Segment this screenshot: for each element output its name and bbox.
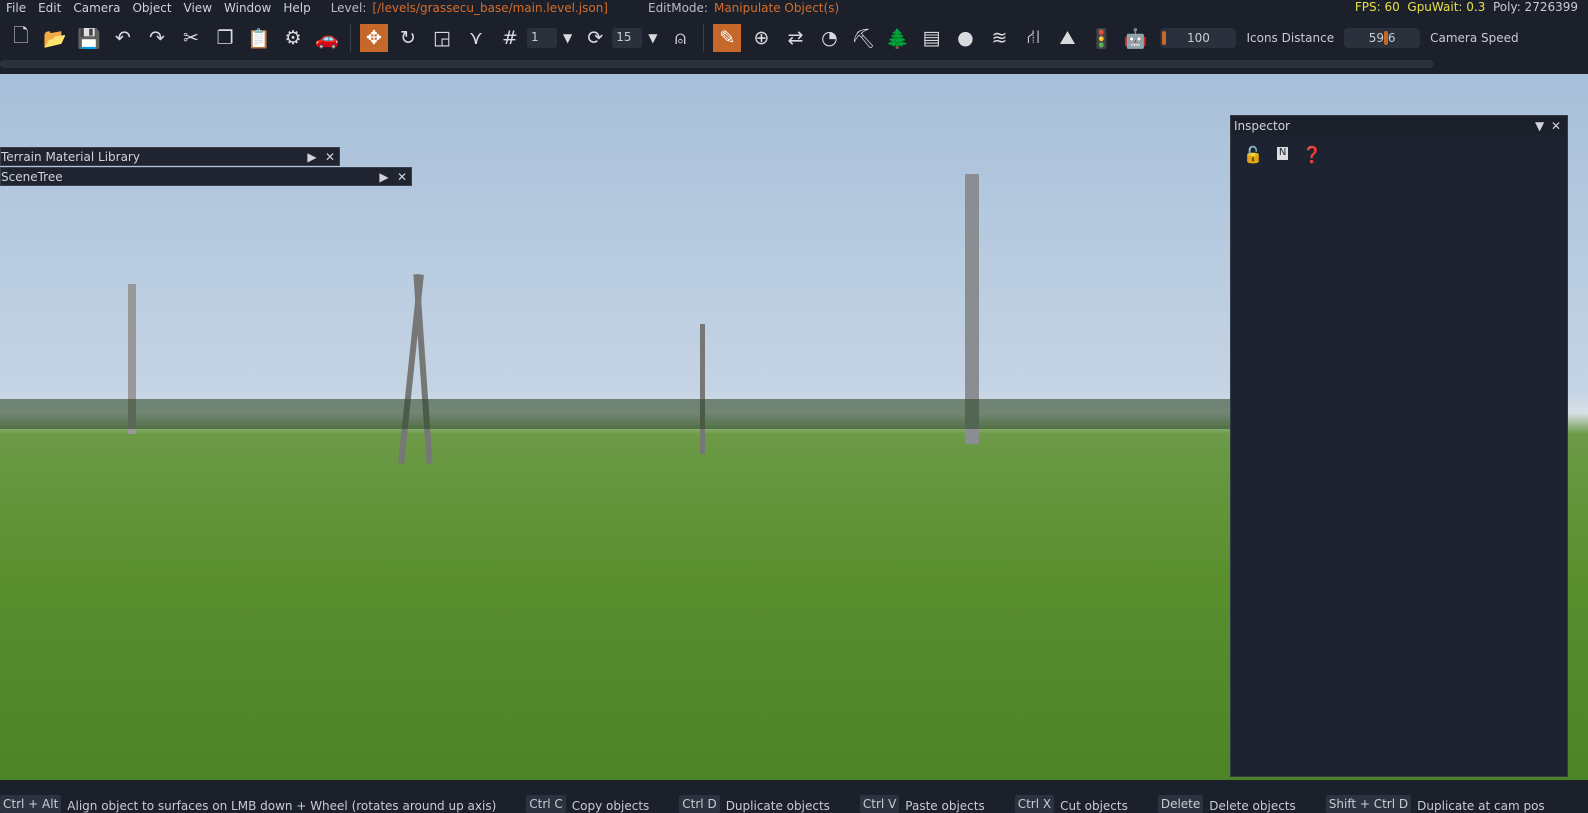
shortcut-desc: Delete objects bbox=[1209, 799, 1296, 813]
edit-pencil-icon[interactable]: ✎ bbox=[713, 24, 742, 52]
collapse-icon[interactable]: ▼ bbox=[1535, 119, 1551, 133]
chevron-down-icon[interactable]: ▼ bbox=[648, 31, 657, 45]
editmode-value: Manipulate Object(s) bbox=[713, 1, 840, 15]
rotate-tool-icon[interactable]: ↻ bbox=[391, 21, 425, 55]
icons-distance-value: 59.6 bbox=[1368, 31, 1396, 45]
chevron-down-icon[interactable]: ▼ bbox=[563, 31, 572, 45]
menu-window[interactable]: Window bbox=[218, 1, 277, 15]
value-slider[interactable]: 100 bbox=[1160, 28, 1237, 48]
editmode-label: EditMode: bbox=[647, 1, 708, 15]
add-object-icon[interactable]: ⊕ bbox=[744, 21, 778, 55]
shortcut-desc: Duplicate objects bbox=[725, 799, 830, 813]
scale-tool-icon[interactable]: ◲ bbox=[425, 21, 459, 55]
shortcut-key: Delete bbox=[1157, 795, 1204, 813]
paint-roller-icon[interactable]: ⛏ bbox=[846, 21, 880, 55]
inspector-title: Inspector bbox=[1234, 118, 1290, 133]
open-folder-icon[interactable]: 📂 bbox=[38, 21, 72, 55]
forest-icon[interactable]: 🌲 bbox=[880, 21, 914, 55]
undo-icon[interactable]: ↶ bbox=[106, 21, 140, 55]
shortcut-desc: Copy objects bbox=[571, 799, 650, 813]
toolbar-scrollbar[interactable] bbox=[0, 60, 1434, 68]
close-icon[interactable]: ✕ bbox=[1551, 119, 1567, 133]
inspector-panel: Inspector ▼ ✕ 🔓 N ❓ bbox=[1230, 115, 1568, 777]
close-icon[interactable]: ✕ bbox=[393, 170, 411, 184]
value-slider-text: 100 bbox=[1187, 31, 1210, 45]
divider bbox=[703, 24, 705, 52]
paste-icon[interactable]: 📋 bbox=[242, 21, 276, 55]
level-label: Level: bbox=[330, 1, 367, 15]
close-icon[interactable]: ✕ bbox=[321, 150, 339, 164]
expand-icon[interactable]: ▶ bbox=[303, 150, 321, 164]
icons-distance-label: Icons Distance bbox=[1246, 31, 1335, 45]
path-icon[interactable]: ⇄ bbox=[778, 21, 812, 55]
shortcut-desc: Align object to surfaces on LMB down + W… bbox=[67, 799, 497, 813]
gpuwait: GpuWait: 0.3 bbox=[1407, 0, 1486, 14]
copy-icon[interactable]: ❐ bbox=[208, 21, 242, 55]
unlock-icon[interactable]: 🔓 bbox=[1243, 145, 1263, 164]
menu-help[interactable]: Help bbox=[277, 1, 316, 15]
rotation-snap-icon[interactable]: ⟳ bbox=[578, 21, 612, 55]
snap-value-input[interactable]: 1 bbox=[527, 28, 557, 48]
window-title: SceneTree bbox=[1, 169, 63, 184]
toolbar: 🗋 📂 💾 ↶ ↷ ✂ ❐ 📋 ⚙ 🚗 ✥ ↻ ◲ ⋎ # 1 ▼ ⟳ 15 ▼… bbox=[0, 18, 1588, 58]
menu-view[interactable]: View bbox=[178, 1, 218, 15]
camera-speed-label: Camera Speed bbox=[1430, 31, 1519, 45]
shortcut-key: Ctrl X bbox=[1014, 795, 1055, 813]
shortcut-key: Shift + Ctrl D bbox=[1325, 795, 1412, 813]
shortcut-key: Ctrl V bbox=[859, 795, 900, 813]
new-icon[interactable]: N bbox=[1276, 147, 1289, 160]
traffic-icon[interactable]: 🚦 bbox=[1084, 21, 1118, 55]
terrain-tools-icon[interactable]: ⛰ bbox=[1050, 21, 1084, 55]
grid-snap-icon[interactable]: # bbox=[493, 21, 527, 55]
menu-edit[interactable]: Edit bbox=[32, 1, 67, 15]
save-icon[interactable]: 💾 bbox=[72, 21, 106, 55]
menu-object[interactable]: Object bbox=[126, 1, 177, 15]
shortcut-desc: Paste objects bbox=[905, 799, 985, 813]
tree-line bbox=[0, 399, 1230, 429]
shortcut-desc: Duplicate at cam pos bbox=[1417, 799, 1545, 813]
shortcut-key: Ctrl D bbox=[679, 795, 720, 813]
divider bbox=[350, 24, 351, 52]
power-pole bbox=[413, 274, 433, 464]
stats: FPS: 60 GpuWait: 0.3 Poly: 2726399 bbox=[1355, 0, 1578, 14]
power-pole bbox=[700, 324, 705, 454]
menu-bar: File Edit Camera Object View Window Help… bbox=[0, 0, 1588, 16]
river-icon[interactable]: ≋ bbox=[982, 21, 1016, 55]
menu-camera[interactable]: Camera bbox=[67, 1, 126, 15]
cut-icon[interactable]: ✂ bbox=[174, 21, 208, 55]
window-title: Terrain Material Library bbox=[1, 149, 140, 164]
status-bar: Ctrl + Alt Align object to surfaces on LM… bbox=[0, 781, 1588, 813]
terrain-material-library-window[interactable]: Terrain Material Library ▶ ✕ bbox=[0, 147, 340, 166]
shortcut-key: Ctrl + Alt bbox=[0, 795, 62, 813]
level-path: [/levels/grassecu_base/main.level.json] bbox=[372, 1, 608, 15]
poly-count: Poly: 2726399 bbox=[1492, 0, 1578, 14]
redo-icon[interactable]: ↷ bbox=[140, 21, 174, 55]
menu-file[interactable]: File bbox=[0, 1, 32, 15]
decal-icon[interactable]: ◔ bbox=[812, 21, 846, 55]
terrain-material-icon[interactable]: ▤ bbox=[914, 21, 948, 55]
expand-icon[interactable]: ▶ bbox=[375, 170, 393, 184]
new-file-icon[interactable]: 🗋 bbox=[4, 21, 38, 55]
icons-distance-slider[interactable]: 59.6 bbox=[1344, 28, 1421, 48]
help-icon[interactable]: ❓ bbox=[1302, 145, 1322, 164]
road-icon[interactable]: ⛙ bbox=[1016, 21, 1050, 55]
pivot-icon[interactable]: ⋎ bbox=[459, 21, 493, 55]
fps: FPS: 60 bbox=[1354, 0, 1400, 14]
robot-icon[interactable]: 🤖 bbox=[1118, 21, 1152, 55]
move-tool-icon[interactable]: ✥ bbox=[360, 24, 388, 52]
surface-snap-icon[interactable]: ⍝ bbox=[663, 21, 697, 55]
shortcut-desc: Cut objects bbox=[1060, 799, 1128, 813]
vehicle-icon[interactable]: 🚗 bbox=[310, 21, 344, 55]
rotation-snap-input[interactable]: 15 bbox=[612, 28, 643, 48]
shortcut-key: Ctrl C bbox=[526, 795, 566, 813]
settings-gear-icon[interactable]: ⚙ bbox=[276, 21, 310, 55]
object-placement-icon[interactable]: ● bbox=[948, 21, 982, 55]
scenetree-window[interactable]: SceneTree ▶ ✕ bbox=[0, 167, 412, 186]
